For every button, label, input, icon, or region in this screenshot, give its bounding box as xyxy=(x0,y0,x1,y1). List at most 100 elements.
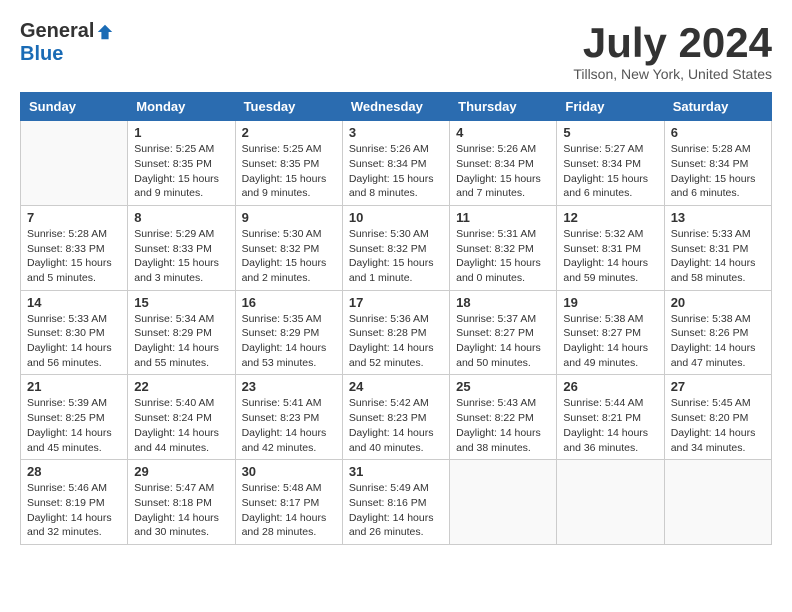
day-number: 28 xyxy=(27,464,121,479)
calendar-cell: 27 Sunrise: 5:45 AM Sunset: 8:20 PM Dayli… xyxy=(664,375,771,460)
calendar-cell: 21 Sunrise: 5:39 AM Sunset: 8:25 PM Dayli… xyxy=(21,375,128,460)
day-info: Sunrise: 5:42 AM Sunset: 8:23 PM Dayligh… xyxy=(349,396,443,455)
day-number: 9 xyxy=(242,210,336,225)
day-number: 30 xyxy=(242,464,336,479)
day-info: Sunrise: 5:41 AM Sunset: 8:23 PM Dayligh… xyxy=(242,396,336,455)
day-info: Sunrise: 5:35 AM Sunset: 8:29 PM Dayligh… xyxy=(242,312,336,371)
day-info: Sunrise: 5:30 AM Sunset: 8:32 PM Dayligh… xyxy=(242,227,336,286)
day-info: Sunrise: 5:26 AM Sunset: 8:34 PM Dayligh… xyxy=(349,142,443,201)
location-text: Tillson, New York, United States xyxy=(573,66,772,82)
calendar-cell: 26Sunrise: 5:44 AM Sunset: 8:21 PM Dayli… xyxy=(557,375,664,460)
day-info: Sunrise: 5:29 AM Sunset: 8:33 PM Dayligh… xyxy=(134,227,228,286)
day-number: 20 xyxy=(671,295,765,310)
day-info: Sunrise: 5:47 AM Sunset: 8:18 PM Dayligh… xyxy=(134,481,228,540)
day-number: 18 xyxy=(456,295,550,310)
weekday-header-thursday: Thursday xyxy=(450,93,557,121)
weekday-header-monday: Monday xyxy=(128,93,235,121)
day-number: 1 xyxy=(134,125,228,140)
calendar-cell: 22Sunrise: 5:40 AM Sunset: 8:24 PM Dayli… xyxy=(128,375,235,460)
day-number: 10 xyxy=(349,210,443,225)
calendar-cell: 13Sunrise: 5:33 AM Sunset: 8:31 PM Dayli… xyxy=(664,205,771,290)
calendar-cell: 8 Sunrise: 5:29 AM Sunset: 8:33 PM Daylig… xyxy=(128,205,235,290)
day-info: Sunrise: 5:27 AM Sunset: 8:34 PM Dayligh… xyxy=(563,142,657,201)
calendar-cell: 1 Sunrise: 5:25 AM Sunset: 8:35 PM Daylig… xyxy=(128,121,235,206)
day-number: 24 xyxy=(349,379,443,394)
calendar-cell: 19 Sunrise: 5:38 AM Sunset: 8:27 PM Dayli… xyxy=(557,290,664,375)
logo-icon xyxy=(96,23,114,41)
day-number: 19 xyxy=(563,295,657,310)
weekday-header-friday: Friday xyxy=(557,93,664,121)
day-info: Sunrise: 5:34 AM Sunset: 8:29 PM Dayligh… xyxy=(134,312,228,371)
weekday-header-row: SundayMondayTuesdayWednesdayThursdayFrid… xyxy=(21,93,772,121)
day-info: Sunrise: 5:36 AM Sunset: 8:28 PM Dayligh… xyxy=(349,312,443,371)
calendar-cell: 11Sunrise: 5:31 AM Sunset: 8:32 PM Dayli… xyxy=(450,205,557,290)
day-number: 17 xyxy=(349,295,443,310)
weekday-header-tuesday: Tuesday xyxy=(235,93,342,121)
calendar-cell xyxy=(557,460,664,545)
calendar-cell: 6 Sunrise: 5:28 AM Sunset: 8:34 PM Daylig… xyxy=(664,121,771,206)
day-number: 22 xyxy=(134,379,228,394)
day-number: 31 xyxy=(349,464,443,479)
calendar-cell: 7 Sunrise: 5:28 AM Sunset: 8:33 PM Daylig… xyxy=(21,205,128,290)
day-info: Sunrise: 5:49 AM Sunset: 8:16 PM Dayligh… xyxy=(349,481,443,540)
day-info: Sunrise: 5:30 AM Sunset: 8:32 PM Dayligh… xyxy=(349,227,443,286)
week-row-1: 7 Sunrise: 5:28 AM Sunset: 8:33 PM Daylig… xyxy=(21,205,772,290)
day-number: 6 xyxy=(671,125,765,140)
calendar-cell: 2 Sunrise: 5:25 AM Sunset: 8:35 PM Daylig… xyxy=(235,121,342,206)
calendar-cell: 28Sunrise: 5:46 AM Sunset: 8:19 PM Dayli… xyxy=(21,460,128,545)
day-number: 14 xyxy=(27,295,121,310)
day-number: 23 xyxy=(242,379,336,394)
day-info: Sunrise: 5:28 AM Sunset: 8:34 PM Dayligh… xyxy=(671,142,765,201)
day-info: Sunrise: 5:26 AM Sunset: 8:34 PM Dayligh… xyxy=(456,142,550,201)
calendar-table: SundayMondayTuesdayWednesdayThursdayFrid… xyxy=(20,92,772,545)
logo-blue-text: Blue xyxy=(20,43,63,66)
calendar-cell: 20 Sunrise: 5:38 AM Sunset: 8:26 PM Dayli… xyxy=(664,290,771,375)
calendar-cell xyxy=(21,121,128,206)
calendar-cell: 31 Sunrise: 5:49 AM Sunset: 8:16 PM Dayli… xyxy=(342,460,449,545)
day-info: Sunrise: 5:38 AM Sunset: 8:26 PM Dayligh… xyxy=(671,312,765,371)
page-header: General Blue July 2024 Tillson, New York… xyxy=(20,20,772,82)
day-number: 8 xyxy=(134,210,228,225)
day-number: 27 xyxy=(671,379,765,394)
calendar-cell: 25 Sunrise: 5:43 AM Sunset: 8:22 PM Dayli… xyxy=(450,375,557,460)
day-number: 2 xyxy=(242,125,336,140)
day-info: Sunrise: 5:28 AM Sunset: 8:33 PM Dayligh… xyxy=(27,227,121,286)
day-info: Sunrise: 5:43 AM Sunset: 8:22 PM Dayligh… xyxy=(456,396,550,455)
logo: General Blue xyxy=(20,20,114,66)
calendar-cell: 17 Sunrise: 5:36 AM Sunset: 8:28 PM Dayli… xyxy=(342,290,449,375)
calendar-cell: 16 Sunrise: 5:35 AM Sunset: 8:29 PM Dayli… xyxy=(235,290,342,375)
calendar-cell: 14Sunrise: 5:33 AM Sunset: 8:30 PM Dayli… xyxy=(21,290,128,375)
calendar-cell: 23 Sunrise: 5:41 AM Sunset: 8:23 PM Dayli… xyxy=(235,375,342,460)
day-number: 3 xyxy=(349,125,443,140)
calendar-cell: 10 Sunrise: 5:30 AM Sunset: 8:32 PM Dayli… xyxy=(342,205,449,290)
month-title: July 2024 xyxy=(573,20,772,66)
day-info: Sunrise: 5:48 AM Sunset: 8:17 PM Dayligh… xyxy=(242,481,336,540)
week-row-2: 14Sunrise: 5:33 AM Sunset: 8:30 PM Dayli… xyxy=(21,290,772,375)
calendar-cell: 9 Sunrise: 5:30 AM Sunset: 8:32 PM Daylig… xyxy=(235,205,342,290)
calendar-cell: 5 Sunrise: 5:27 AM Sunset: 8:34 PM Daylig… xyxy=(557,121,664,206)
day-number: 11 xyxy=(456,210,550,225)
day-info: Sunrise: 5:38 AM Sunset: 8:27 PM Dayligh… xyxy=(563,312,657,371)
week-row-4: 28Sunrise: 5:46 AM Sunset: 8:19 PM Dayli… xyxy=(21,460,772,545)
calendar-cell: 29Sunrise: 5:47 AM Sunset: 8:18 PM Dayli… xyxy=(128,460,235,545)
calendar-cell: 24 Sunrise: 5:42 AM Sunset: 8:23 PM Dayli… xyxy=(342,375,449,460)
weekday-header-saturday: Saturday xyxy=(664,93,771,121)
day-number: 26 xyxy=(563,379,657,394)
day-number: 13 xyxy=(671,210,765,225)
day-number: 25 xyxy=(456,379,550,394)
logo-general-text: General xyxy=(20,20,94,43)
week-row-3: 21 Sunrise: 5:39 AM Sunset: 8:25 PM Dayli… xyxy=(21,375,772,460)
day-info: Sunrise: 5:45 AM Sunset: 8:20 PM Dayligh… xyxy=(671,396,765,455)
calendar-cell: 18Sunrise: 5:37 AM Sunset: 8:27 PM Dayli… xyxy=(450,290,557,375)
calendar-cell xyxy=(664,460,771,545)
day-info: Sunrise: 5:25 AM Sunset: 8:35 PM Dayligh… xyxy=(242,142,336,201)
day-info: Sunrise: 5:25 AM Sunset: 8:35 PM Dayligh… xyxy=(134,142,228,201)
day-number: 5 xyxy=(563,125,657,140)
calendar-cell: 3 Sunrise: 5:26 AM Sunset: 8:34 PM Daylig… xyxy=(342,121,449,206)
day-number: 21 xyxy=(27,379,121,394)
calendar-cell: 12Sunrise: 5:32 AM Sunset: 8:31 PM Dayli… xyxy=(557,205,664,290)
day-info: Sunrise: 5:39 AM Sunset: 8:25 PM Dayligh… xyxy=(27,396,121,455)
day-number: 15 xyxy=(134,295,228,310)
day-number: 7 xyxy=(27,210,121,225)
day-number: 16 xyxy=(242,295,336,310)
